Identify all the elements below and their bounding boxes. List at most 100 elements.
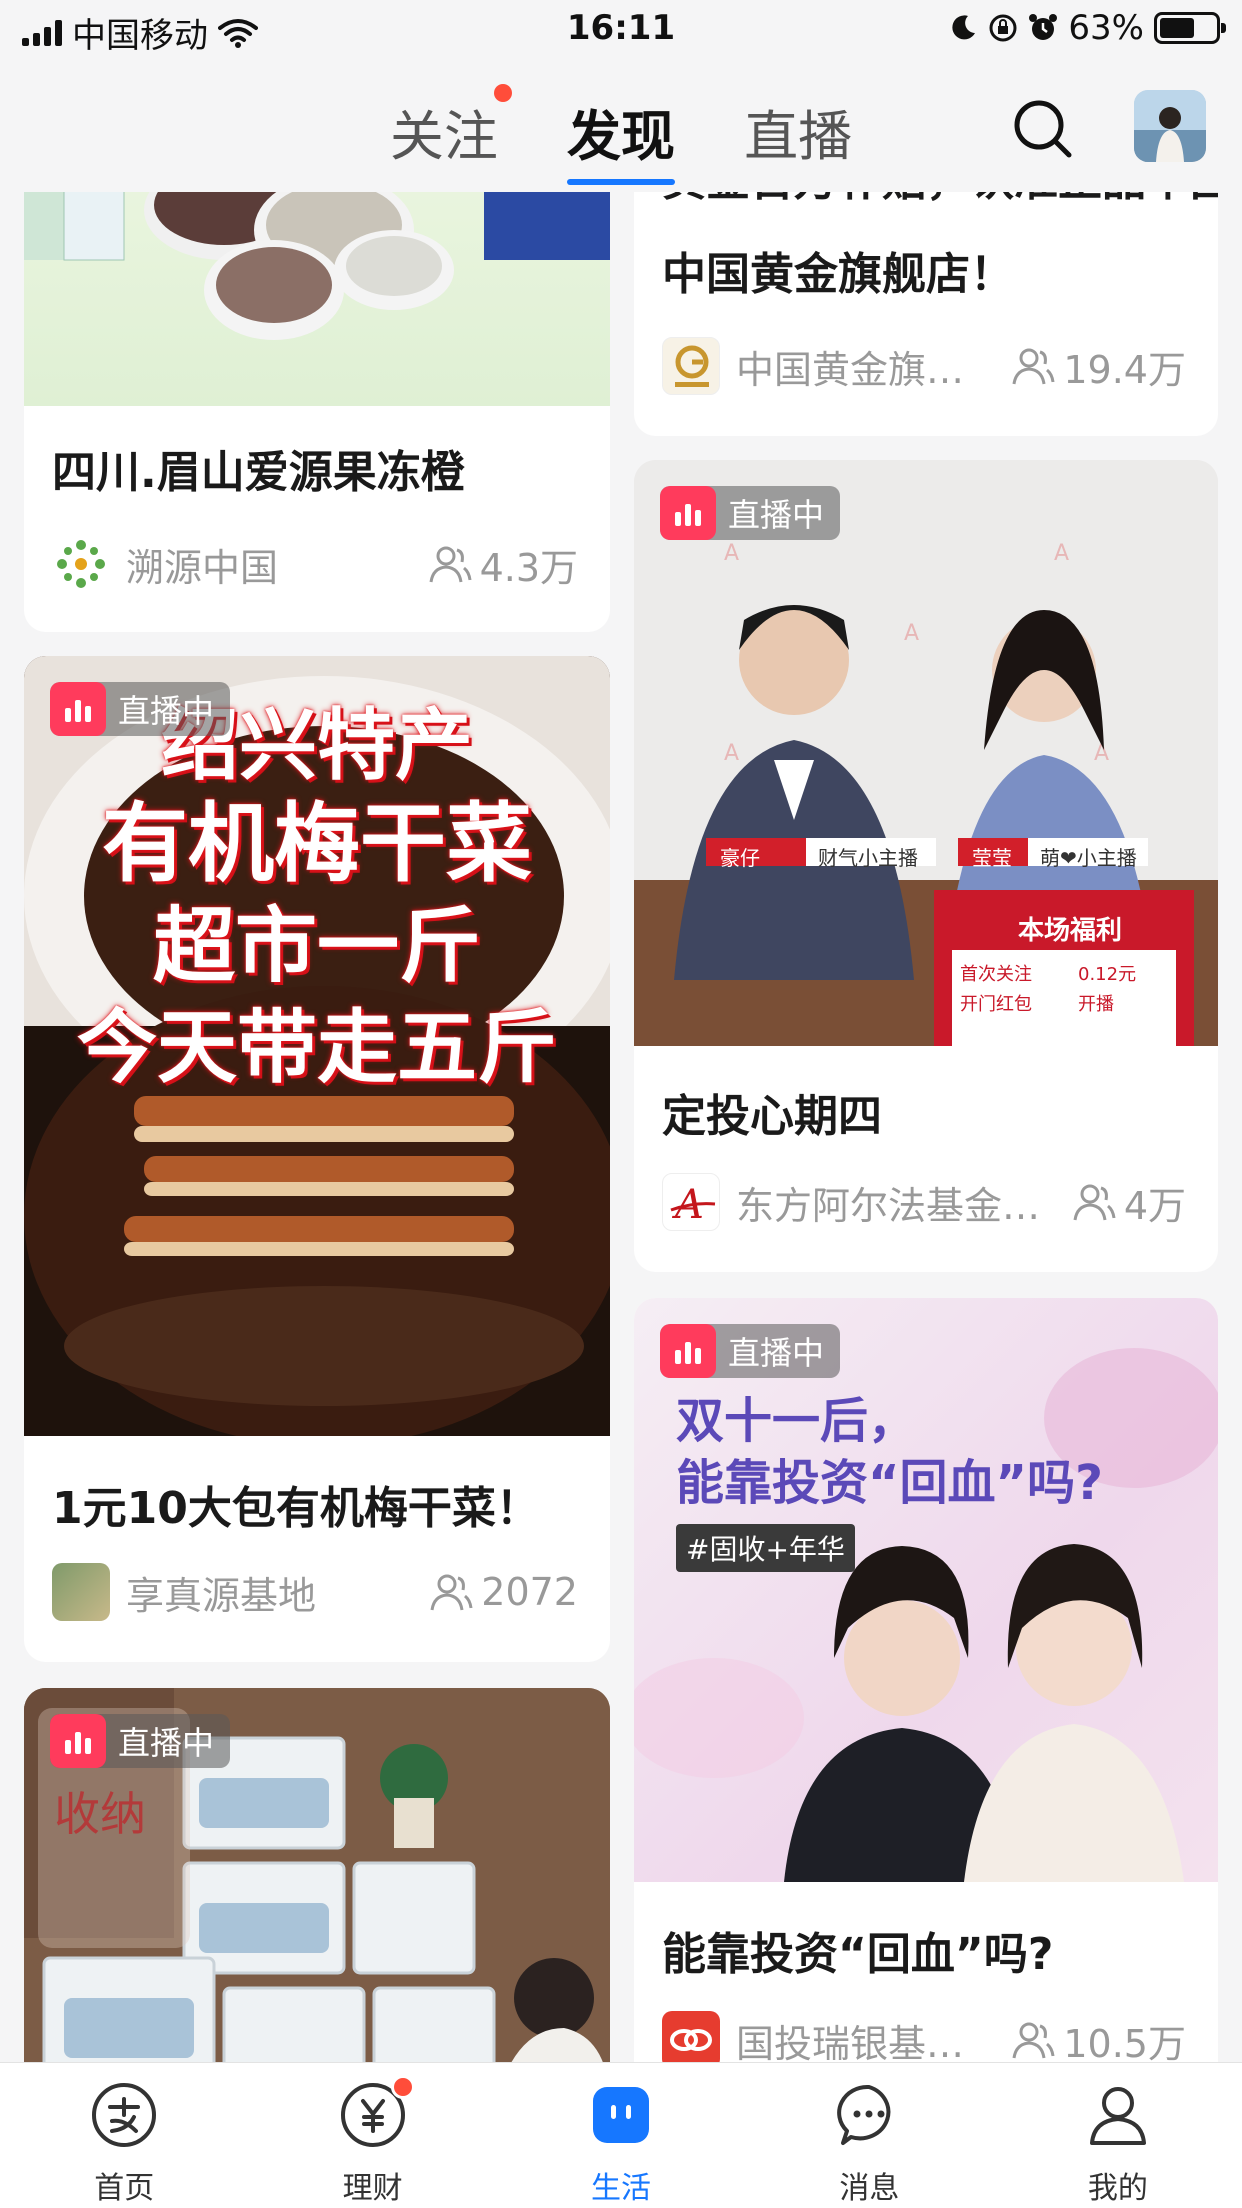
fruit-product-image bbox=[24, 170, 610, 340]
live-bars-icon bbox=[50, 682, 106, 736]
notification-dot bbox=[390, 2075, 415, 2099]
tab-discover-label: 发现 bbox=[567, 105, 675, 168]
battery-percent: 63% bbox=[1068, 8, 1144, 48]
profile-icon bbox=[1089, 2087, 1146, 2145]
card-thumbnail: 双十一后， 能靠投资“回血”吗? #固收+年华 直播中 bbox=[634, 1298, 1218, 1882]
source-name: 享真源基地 bbox=[126, 1573, 317, 1618]
live-label: 直播中 bbox=[728, 496, 825, 534]
live-bars-icon bbox=[50, 1714, 106, 1768]
thumbnail-overlay-text: 绍兴特产 有机梅干菜 超市一斤 今天带走五斤 bbox=[24, 706, 610, 1088]
viewers-icon bbox=[430, 1574, 473, 1611]
viewer-count: 4万 bbox=[1072, 1175, 1186, 1230]
viewers-icon bbox=[429, 546, 472, 583]
top-header: 关注 发现 直播 bbox=[0, 62, 1242, 192]
svg-text:A: A bbox=[724, 741, 739, 766]
source-logo bbox=[52, 1563, 110, 1621]
thumbnail-headline: 双十一后， 能靠投资“回血”吗? bbox=[676, 1390, 1103, 1515]
live-badge: 直播中 bbox=[50, 1714, 231, 1768]
source-name: 东方阿尔法基金… bbox=[736, 1183, 1041, 1228]
card-meta: 享真源基地 2072 bbox=[52, 1560, 578, 1624]
source-name: 中国黄金旗… bbox=[736, 347, 965, 392]
viewers-icon bbox=[1012, 2022, 1055, 2059]
avatar[interactable] bbox=[1134, 90, 1206, 162]
nav-label: 首页 bbox=[94, 2171, 155, 2206]
tab-follow-label: 关注 bbox=[389, 105, 498, 168]
card-meta: A 东方阿尔法基金… 4万 bbox=[662, 1170, 1186, 1234]
tab-live[interactable]: 直播 bbox=[744, 92, 852, 171]
viewer-count: 10.5万 bbox=[1011, 2013, 1186, 2068]
benefit-row: 开播 bbox=[1078, 994, 1114, 1015]
tab-discover[interactable]: 发现 bbox=[567, 92, 675, 185]
source-logo: A bbox=[662, 1173, 720, 1231]
nav-profile[interactable]: 我的 bbox=[994, 2063, 1242, 2208]
feed-card[interactable]: 四川.眉山爱源果冻橙 溯源中国 4.3万 bbox=[24, 170, 610, 632]
viewer-count-value: 4万 bbox=[1123, 1183, 1186, 1228]
nav-home[interactable]: 首页 bbox=[0, 2063, 248, 2208]
card-meta: 中国黄金旗… 19.4万 bbox=[662, 334, 1186, 398]
viewers-icon bbox=[1012, 348, 1055, 385]
thumbnail-overlay-text: 收纳 bbox=[54, 1787, 146, 1841]
viewer-count-value: 2072 bbox=[481, 1570, 578, 1614]
source-name: 溯源中国 bbox=[126, 545, 279, 590]
host-tag: 财气小主播 bbox=[818, 846, 918, 870]
live-label: 直播中 bbox=[728, 1334, 825, 1372]
headline-line: 双十一后， bbox=[676, 1393, 917, 1449]
svg-text:A: A bbox=[1054, 541, 1069, 566]
moon-icon bbox=[952, 15, 976, 40]
card-title: 1元10大包有机梅干菜！ bbox=[52, 1483, 540, 1534]
source-logo bbox=[662, 2011, 720, 2069]
card-thumbnail: AAAAA 豪仔 财气小主播 莹莹 萌❤小主播 本场福利 首次关注 0.12元 … bbox=[634, 460, 1218, 1046]
nav-life[interactable]: 生活 bbox=[497, 2063, 745, 2208]
feed-card[interactable]: 绍兴特产 有机梅干菜 超市一斤 今天带走五斤 直播中 1元10大包有机梅干菜！ … bbox=[24, 656, 610, 1662]
status-bar: 中国移动 16:11 63% bbox=[0, 0, 1242, 62]
nav-messages[interactable]: 消息 bbox=[745, 2063, 993, 2208]
live-label: 直播中 bbox=[118, 1724, 215, 1762]
card-title: 定投心期四 bbox=[662, 1091, 882, 1142]
nav-label: 生活 bbox=[591, 2171, 652, 2206]
live-label: 直播中 bbox=[118, 692, 215, 730]
viewer-count-value: 4.3万 bbox=[479, 545, 578, 590]
bottom-nav: 首页 理财 生活 消息 我的 bbox=[0, 2062, 1242, 2208]
card-title: 能靠投资“回血”吗? bbox=[662, 1929, 1054, 1980]
feed-card[interactable]: AAAAA 豪仔 财气小主播 莹莹 萌❤小主播 本场福利 首次关注 0.12元 … bbox=[634, 460, 1218, 1272]
notification-dot bbox=[493, 84, 512, 102]
card-title: 四川.眉山爱源果冻橙 bbox=[52, 447, 465, 498]
live-badge: 直播中 bbox=[50, 682, 231, 736]
host-tag: 豪仔 bbox=[720, 846, 760, 870]
svg-text:A: A bbox=[904, 621, 919, 646]
feed-card[interactable]: 收纳 直播中 bbox=[24, 1688, 610, 2108]
viewer-count: 2072 bbox=[429, 1570, 578, 1614]
benefit-row: 首次关注 bbox=[960, 964, 1032, 985]
viewers-icon bbox=[1073, 1184, 1116, 1221]
search-icon[interactable] bbox=[1008, 94, 1076, 162]
avatar-image bbox=[1134, 90, 1206, 162]
nav-label: 我的 bbox=[1087, 2171, 1148, 2206]
headline-line: 能靠投资“回血”吗? bbox=[676, 1455, 1103, 1512]
feed-card[interactable]: 黄金百万补贴，认准正品中国黄金旗舰店！ 中国黄金旗舰店！ 中国黄金旗… 19.4… bbox=[634, 170, 1218, 436]
overlay-line: 今天带走五斤 bbox=[77, 999, 557, 1094]
card-title-line2: 中国黄金旗舰店！ bbox=[662, 249, 1014, 300]
svg-text:A: A bbox=[724, 541, 739, 566]
feed-card[interactable]: 双十一后， 能靠投资“回血”吗? #固收+年华 直播中 能靠投资“回血”吗? 国… bbox=[634, 1298, 1218, 2088]
overlay-line: 超市一斤 bbox=[152, 898, 481, 995]
hosts-studio-image: A AAA A bbox=[634, 460, 1218, 1046]
viewer-count-value: 19.4万 bbox=[1063, 347, 1186, 392]
rotation-lock-icon bbox=[989, 14, 1017, 42]
live-badge: 直播中 bbox=[660, 486, 841, 540]
source-logo bbox=[662, 337, 720, 395]
benefit-title: 本场福利 bbox=[1018, 916, 1123, 946]
benefit-row: 0.12元 bbox=[1078, 964, 1137, 985]
tab-live-label: 直播 bbox=[744, 105, 853, 168]
status-right: 63% bbox=[948, 8, 1226, 48]
live-badge: 直播中 bbox=[660, 1324, 841, 1378]
nav-wealth[interactable]: 理财 bbox=[248, 2063, 496, 2208]
alipay-home-icon bbox=[92, 2083, 157, 2147]
presenters-image bbox=[634, 1348, 1218, 1882]
thumbnail-tag: #固收+年华 bbox=[676, 1524, 855, 1572]
benefit-row: 开门红包 bbox=[960, 994, 1032, 1015]
overlay-line: 有机梅干菜 bbox=[102, 792, 532, 894]
alarm-icon bbox=[1029, 14, 1058, 40]
host-tag: 莹莹 bbox=[972, 846, 1012, 870]
tab-follow[interactable]: 关注 bbox=[389, 84, 512, 171]
nav-label: 理财 bbox=[342, 2171, 403, 2206]
